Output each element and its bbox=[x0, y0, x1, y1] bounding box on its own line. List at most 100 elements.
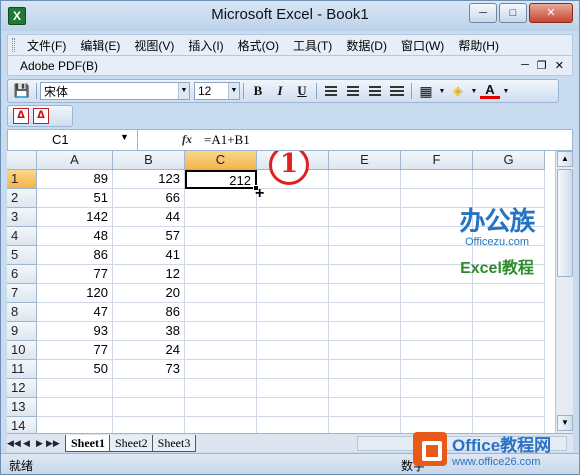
cell[interactable] bbox=[257, 303, 329, 322]
cell[interactable] bbox=[185, 284, 257, 303]
cell[interactable] bbox=[185, 227, 257, 246]
first-sheet-icon[interactable]: ◀◀ bbox=[7, 438, 21, 449]
cell[interactable]: 41 bbox=[113, 246, 185, 265]
last-sheet-icon[interactable]: ▶▶ bbox=[46, 438, 60, 449]
doc-restore-button[interactable]: ❐ bbox=[537, 59, 547, 72]
cell[interactable] bbox=[257, 227, 329, 246]
cell[interactable]: 77 bbox=[37, 265, 113, 284]
column-header-b[interactable]: B bbox=[113, 151, 185, 170]
row-header[interactable]: 14 bbox=[7, 417, 37, 433]
cell[interactable] bbox=[329, 398, 401, 417]
cell[interactable] bbox=[113, 379, 185, 398]
tab-sheet2[interactable]: Sheet2 bbox=[109, 434, 154, 452]
tab-sheet3[interactable]: Sheet3 bbox=[151, 434, 197, 452]
cell[interactable] bbox=[185, 189, 257, 208]
cell[interactable] bbox=[37, 398, 113, 417]
menu-adobe-pdf[interactable]: Adobe PDF(B) bbox=[8, 59, 98, 73]
cell[interactable] bbox=[329, 379, 401, 398]
cell[interactable] bbox=[185, 303, 257, 322]
cell[interactable]: 77 bbox=[37, 341, 113, 360]
cell[interactable] bbox=[473, 322, 545, 341]
cell[interactable] bbox=[257, 189, 329, 208]
cell[interactable] bbox=[329, 303, 401, 322]
fill-color-button[interactable]: ◈ bbox=[448, 82, 468, 100]
cell[interactable] bbox=[329, 341, 401, 360]
cell[interactable]: 44 bbox=[113, 208, 185, 227]
minimize-button[interactable]: ─ bbox=[469, 3, 497, 23]
menu-help[interactable]: 帮助(H) bbox=[451, 37, 506, 54]
row-header[interactable]: 7 bbox=[7, 284, 37, 303]
cell[interactable] bbox=[473, 284, 545, 303]
cell[interactable] bbox=[185, 341, 257, 360]
cell[interactable] bbox=[185, 322, 257, 341]
title-bar[interactable]: X Microsoft Excel - Book1 ─ □ ✕ bbox=[1, 1, 579, 31]
doc-close-button[interactable]: ✕ bbox=[555, 59, 564, 72]
cell[interactable] bbox=[401, 322, 473, 341]
cell[interactable]: 66 bbox=[113, 189, 185, 208]
cell[interactable] bbox=[401, 360, 473, 379]
row-header[interactable]: 1 bbox=[7, 170, 37, 189]
cell[interactable] bbox=[401, 170, 473, 189]
fill-color-dropdown-icon[interactable]: ▼ bbox=[470, 82, 478, 100]
save-icon[interactable]: 💾 bbox=[12, 82, 32, 100]
cell[interactable] bbox=[329, 417, 401, 433]
font-color-dropdown-icon[interactable]: ▼ bbox=[502, 82, 510, 100]
cell[interactable] bbox=[37, 379, 113, 398]
cell[interactable]: 24 bbox=[113, 341, 185, 360]
align-right-button[interactable] bbox=[365, 82, 385, 100]
next-sheet-icon[interactable]: ▶ bbox=[33, 438, 46, 449]
menu-file[interactable]: 文件(F) bbox=[20, 37, 73, 54]
cell[interactable] bbox=[257, 360, 329, 379]
scroll-up-icon[interactable]: ▲ bbox=[557, 151, 573, 167]
cell[interactable] bbox=[329, 170, 401, 189]
selected-cell[interactable]: 212 bbox=[185, 170, 257, 189]
font-name-select[interactable]: 宋体 ▼ bbox=[40, 82, 190, 100]
column-header-g[interactable]: G bbox=[473, 151, 545, 170]
cell[interactable] bbox=[257, 398, 329, 417]
tab-sheet1[interactable]: Sheet1 bbox=[65, 434, 111, 452]
menu-window[interactable]: 窗口(W) bbox=[394, 37, 451, 54]
merge-center-button[interactable] bbox=[387, 82, 407, 100]
formula-input[interactable]: =A1+B1 bbox=[204, 132, 250, 148]
cell[interactable] bbox=[473, 379, 545, 398]
cell[interactable] bbox=[113, 417, 185, 433]
cell[interactable] bbox=[401, 379, 473, 398]
cell[interactable] bbox=[257, 284, 329, 303]
cell[interactable]: 89 bbox=[37, 170, 113, 189]
cell[interactable] bbox=[185, 398, 257, 417]
row-header[interactable]: 10 bbox=[7, 341, 37, 360]
doc-minimize-button[interactable]: ─ bbox=[521, 59, 529, 72]
align-center-button[interactable] bbox=[343, 82, 363, 100]
cell[interactable]: 86 bbox=[113, 303, 185, 322]
cell[interactable] bbox=[185, 417, 257, 433]
row-header[interactable]: 9 bbox=[7, 322, 37, 341]
cell[interactable] bbox=[329, 360, 401, 379]
cell[interactable] bbox=[329, 189, 401, 208]
vertical-scrollbar[interactable]: ▲ ▼ bbox=[555, 151, 573, 433]
cell[interactable] bbox=[329, 208, 401, 227]
cell[interactable] bbox=[257, 208, 329, 227]
cell[interactable]: 20 bbox=[113, 284, 185, 303]
column-header-f[interactable]: F bbox=[401, 151, 473, 170]
cell[interactable] bbox=[473, 341, 545, 360]
row-header[interactable]: 12 bbox=[7, 379, 37, 398]
row-header[interactable]: 3 bbox=[7, 208, 37, 227]
cell[interactable] bbox=[329, 227, 401, 246]
font-color-button[interactable]: A bbox=[480, 83, 500, 99]
menu-insert[interactable]: 插入(I) bbox=[181, 37, 230, 54]
cell[interactable]: 51 bbox=[37, 189, 113, 208]
convert-to-pdf-icon[interactable]: ᐃ bbox=[13, 108, 29, 124]
cell[interactable] bbox=[113, 398, 185, 417]
cell[interactable] bbox=[401, 303, 473, 322]
maximize-button[interactable]: □ bbox=[499, 3, 527, 23]
cell[interactable]: 50 bbox=[37, 360, 113, 379]
column-header-a[interactable]: A bbox=[37, 151, 113, 170]
menu-edit[interactable]: 编辑(E) bbox=[73, 37, 127, 54]
column-header-e[interactable]: E bbox=[329, 151, 401, 170]
cell[interactable] bbox=[329, 284, 401, 303]
cell[interactable] bbox=[473, 303, 545, 322]
cell[interactable] bbox=[329, 322, 401, 341]
align-left-button[interactable] bbox=[321, 82, 341, 100]
cell[interactable] bbox=[257, 265, 329, 284]
row-header[interactable]: 8 bbox=[7, 303, 37, 322]
